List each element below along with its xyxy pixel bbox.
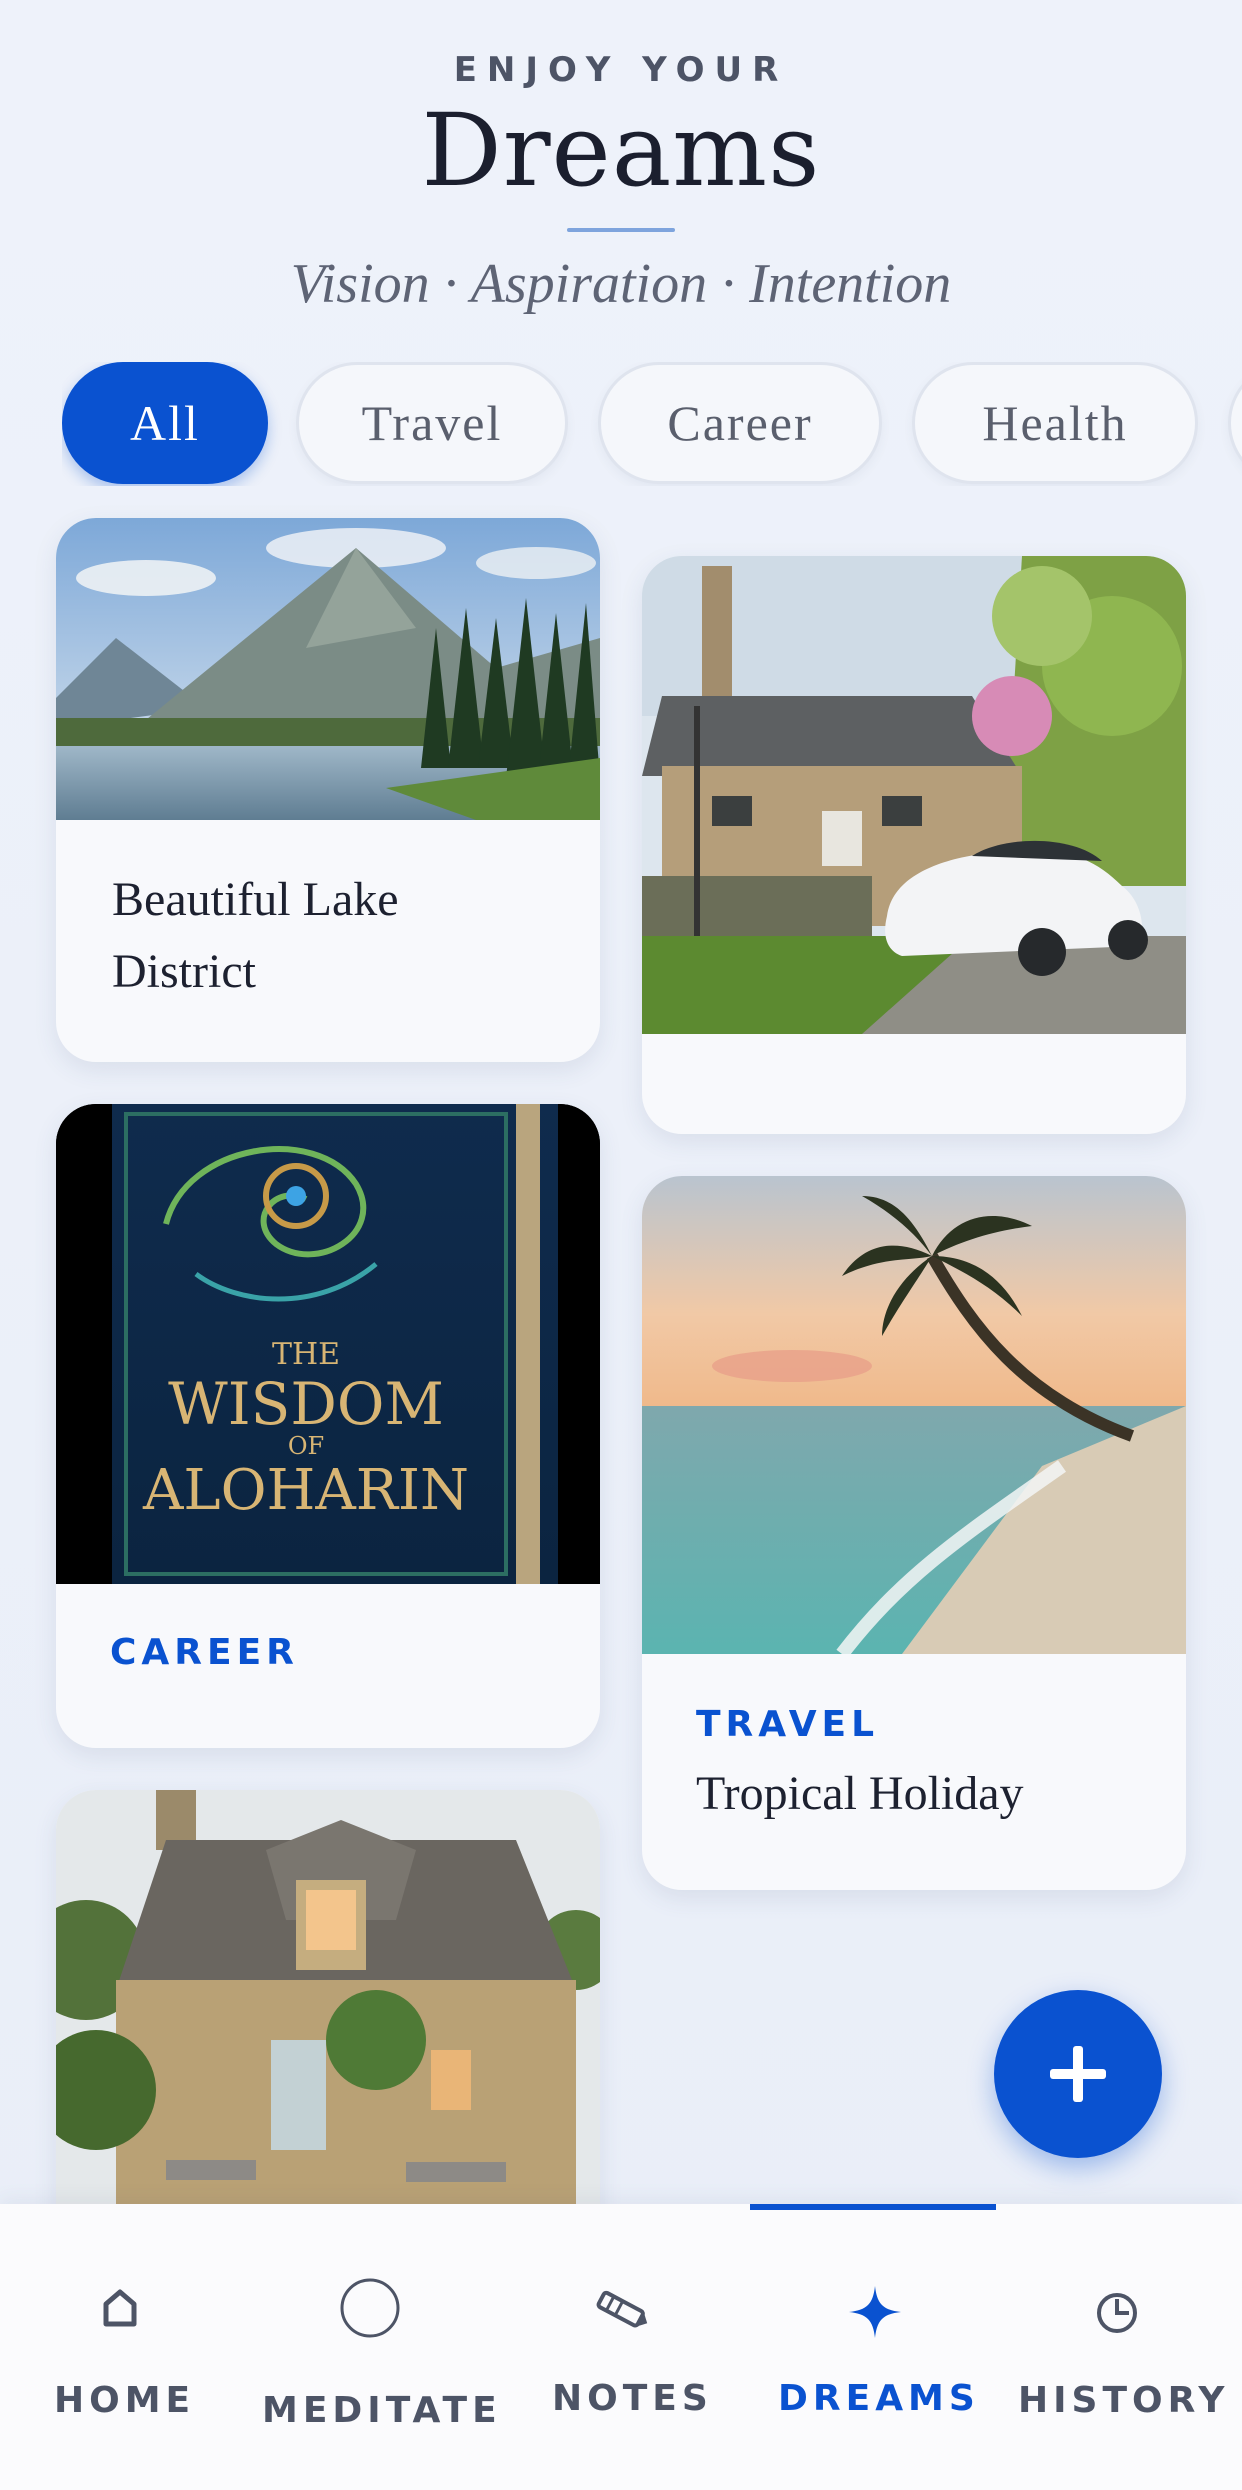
dream-card-title: Beautiful Lake District — [112, 873, 399, 998]
filter-chip-travel[interactable]: Travel — [296, 362, 568, 484]
add-dream-button[interactable] — [994, 1990, 1162, 2158]
dream-card-category: TRAVEL — [696, 1704, 880, 1745]
nav-item-meditate[interactable]: MEDITATE — [250, 2204, 497, 2490]
nav-label: DREAMS — [778, 2378, 980, 2419]
nav-label: HISTORY — [1018, 2380, 1230, 2421]
page-subtitle: Vision · Aspiration · Intention — [290, 253, 952, 315]
filter-chip-career[interactable]: Career — [598, 362, 882, 484]
page-title: Dreams — [421, 92, 821, 209]
bottom-navigation: HOME MEDITATE NOTES DREAMS HISTORY — [0, 2204, 1242, 2490]
nav-item-dreams[interactable]: DREAMS — [760, 2204, 990, 2490]
dream-card-category: CAREER — [110, 1632, 299, 1673]
filter-chip-more[interactable] — [1228, 362, 1242, 484]
svg-text:WISDOM: WISDOM — [168, 1370, 444, 1438]
dream-card-cottage-car[interactable] — [642, 556, 1186, 1134]
header-eyebrow: ENJOY YOUR — [453, 50, 789, 90]
nav-label: HOME — [54, 2380, 196, 2421]
title-divider — [567, 228, 675, 232]
dream-card-career-book[interactable]: THE WISDOM OF ALOHARIN CAREER — [56, 1104, 600, 1748]
pencil-icon — [592, 2286, 652, 2336]
nav-item-history[interactable]: HISTORY — [1010, 2204, 1230, 2490]
clock-icon — [1094, 2290, 1140, 2336]
plus-icon — [1050, 2046, 1106, 2102]
nav-item-home[interactable]: HOME — [30, 2204, 210, 2490]
svg-text:ALOHARIN: ALOHARIN — [142, 1458, 469, 1523]
mountain-lake-photo — [56, 518, 600, 820]
dream-card-title: Tropical Holiday — [696, 1767, 1024, 1820]
category-filter-bar[interactable]: All Travel Career Health — [62, 362, 1242, 486]
dream-card-lake-district[interactable]: Beautiful Lake District — [56, 518, 600, 1062]
cottage-with-white-car-photo — [642, 556, 1186, 1034]
circle-icon — [338, 2276, 402, 2340]
home-icon — [100, 2288, 140, 2328]
nav-label: MEDITATE — [262, 2390, 502, 2431]
dreams-screen: ENJOY YOUR Dreams Vision · Aspiration · … — [0, 0, 1242, 2490]
nav-label: NOTES — [552, 2378, 713, 2419]
sparkle-icon — [845, 2284, 905, 2340]
svg-text:THE: THE — [272, 1337, 340, 1372]
svg-text:OF: OF — [288, 1432, 324, 1460]
filter-chip-all[interactable]: All — [62, 362, 268, 484]
tropical-beach-palm-photo — [642, 1176, 1186, 1654]
nav-item-notes[interactable]: NOTES — [540, 2204, 720, 2490]
filter-chip-health[interactable]: Health — [912, 362, 1198, 484]
wisdom-of-aloharin-book-photo: THE WISDOM OF ALOHARIN — [56, 1104, 600, 1584]
dream-card-tropical-holiday[interactable]: TRAVEL Tropical Holiday — [642, 1176, 1186, 1890]
